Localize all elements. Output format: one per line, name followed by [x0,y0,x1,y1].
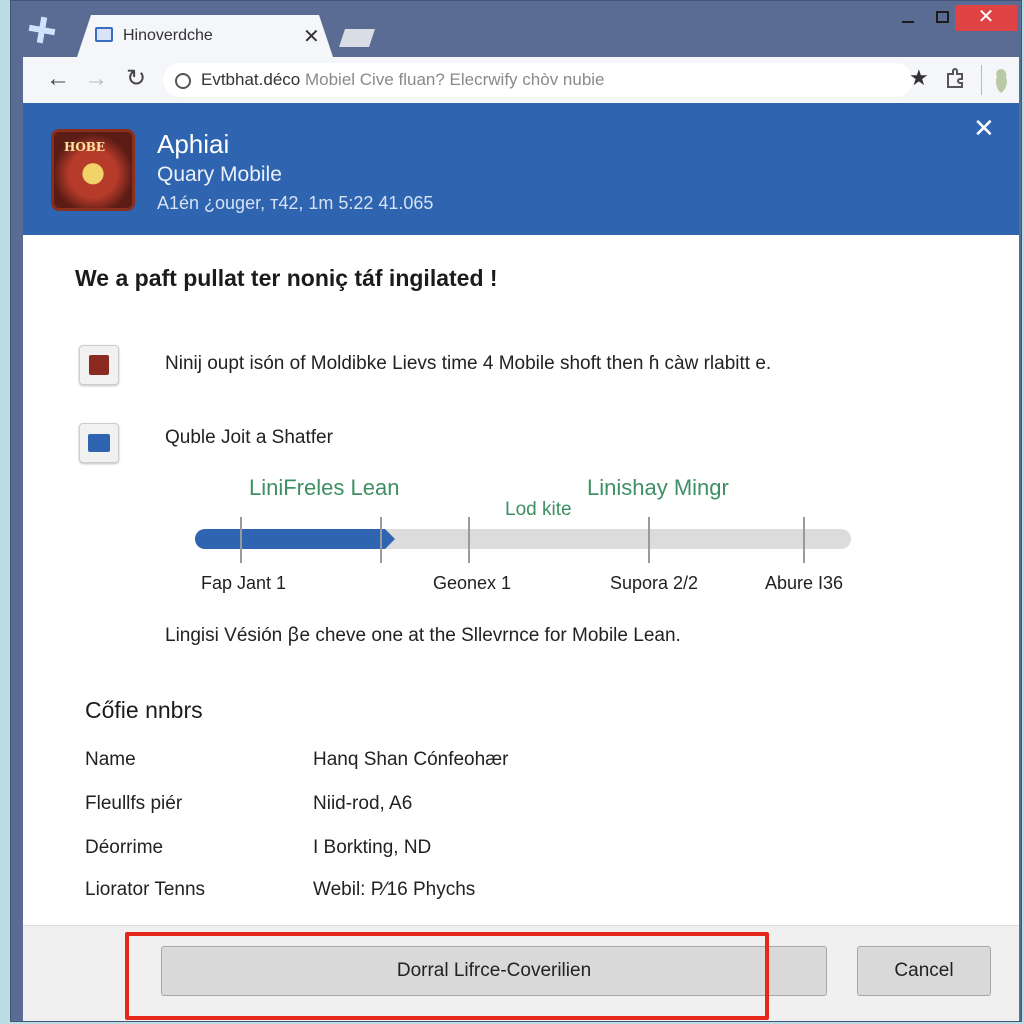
url-text[interactable]: Evtbhat.déco Mobiel Cive fluan? Elecrwif… [201,70,605,90]
puzzle-icon[interactable] [945,67,967,89]
detail-key: Liorator Tenns [85,879,206,900]
reload-icon[interactable]: ↻ [121,65,151,95]
app-preview-icon [79,345,119,385]
url-path: Mobiel Cive fluan? Elecrwify chòv nubie [300,70,605,89]
detail-value: Hanq Shan Cónfeohær [313,749,509,770]
app-meta: A1én ¿ouger, т42, 1m 5:22 41.065 [157,193,434,213]
url-host: Evtbhat.déco [201,70,301,89]
details-title: Cőfie nnbrs [85,697,203,723]
back-arrow-icon[interactable]: ← [43,65,73,95]
maximize-button[interactable] [927,5,957,31]
browser-window: Hinoverdche ✕ ✕ ← → ↻ Evtbhat.déco Mobie… [10,0,1022,1022]
timeline-tick-label: Abure I36 [765,573,844,593]
new-tab-button[interactable] [339,29,375,47]
site-info-icon[interactable] [175,73,191,89]
share-icon [79,423,119,463]
description-text: Lingisi Vésión ꞵe cheve one at the Sllev… [165,625,681,646]
dialog-footer: Dorral Lifrce-Coverilien Cancel [23,925,1019,1021]
cancel-button[interactable]: Cancel [857,946,991,996]
timeline-tick [468,517,470,563]
maximize-icon [935,11,949,23]
profile-menu-icon[interactable] [993,67,1009,95]
detail-key: Fleullfs piér [85,793,183,814]
toolbar-divider [981,65,982,95]
timeline-tick-label: Fap Jant 1 [201,573,287,593]
timeline-label: Linishay Mingr [587,475,729,500]
browser-tab[interactable]: Hinoverdche ✕ [77,15,333,57]
page-headline: We a paft pullat ter noniç táf ingilated… [75,265,498,291]
app-icon-text: HOBE [64,140,106,154]
timeline-label: Lod kite [505,499,572,520]
feature-text: Quble Joit a Shatfer [165,427,333,448]
address-bar[interactable]: Evtbhat.déco Mobiel Cive fluan? Elecrwif… [163,63,913,97]
detail-key: Name [85,749,136,770]
window-close-button[interactable]: ✕ [955,5,1017,31]
app-title: Aphiai [157,129,230,159]
title-bar: Hinoverdche ✕ ✕ [11,1,1021,57]
bookmark-star-icon[interactable]: ★ [909,65,929,91]
detail-value: Niid-rod, A6 [313,793,413,814]
minimize-button[interactable] [893,5,923,31]
dialog-page: HOBE Aphiai Quary Mobile A1én ¿ouger, т4… [23,103,1019,1021]
timeline-tick-label: Geonex 1 [433,573,512,593]
feature-text: Ninij oupt isón of Moldibke Lievs time 4… [165,353,772,374]
detail-value: Webil: P⁄16 Phychs [313,879,476,900]
app-logo-icon [28,16,56,44]
highlight-box [125,932,769,1020]
progress-handle[interactable] [385,529,395,549]
app-icon: HOBE [51,129,135,211]
detail-key: Déorrime [85,837,164,858]
progress-fill [195,529,385,549]
timeline-tick-label: Supora 2/2 [610,573,699,593]
detail-value: I Borkting, ND [313,837,432,858]
close-icon[interactable]: ✕ [973,113,995,144]
tab-title: Hinoverdche [123,27,213,44]
timeline-tick [240,517,242,563]
tab-favicon-icon [95,27,113,42]
timeline-tick [803,517,805,563]
minimize-icon [902,21,914,23]
tab-close-icon[interactable]: ✕ [303,24,320,49]
timeline-tick [648,517,650,563]
timeline-label: LiniFreles Lean [249,475,400,500]
timeline-tick [380,517,382,563]
browser-toolbar: ← → ↻ Evtbhat.déco Mobiel Cive fluan? El… [23,57,1019,103]
forward-arrow-icon[interactable]: → [81,65,111,95]
app-subtitle: Quary Mobile [157,163,282,186]
app-banner: HOBE Aphiai Quary Mobile A1én ¿ouger, т4… [23,103,1019,235]
